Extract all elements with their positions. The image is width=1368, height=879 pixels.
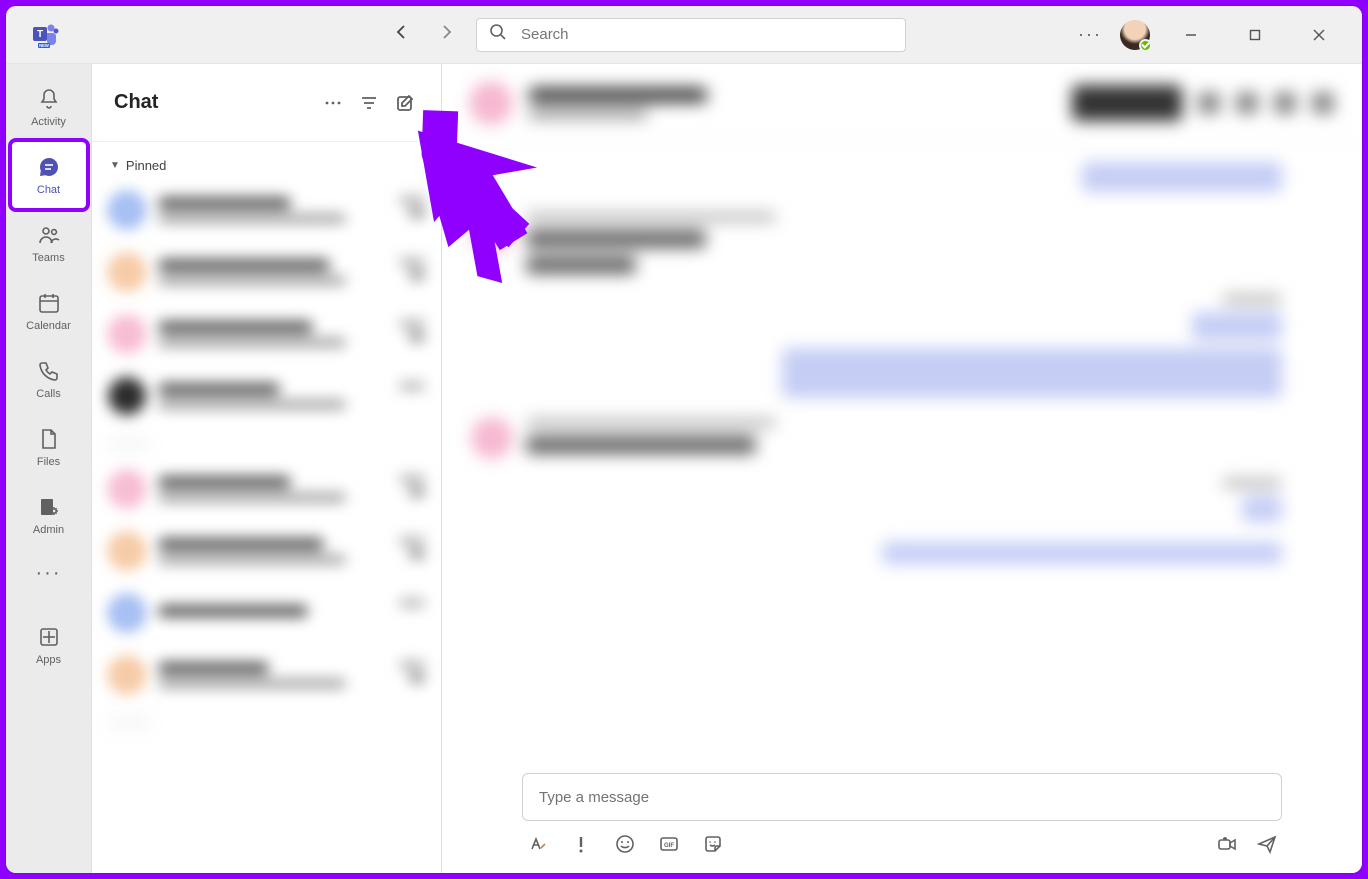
bell-icon bbox=[36, 86, 62, 112]
conversation-avatar bbox=[470, 82, 512, 124]
chevron-down-icon: ▼ bbox=[110, 160, 120, 171]
priority-icon[interactable] bbox=[570, 833, 592, 855]
app-body: Activity Chat Teams Calendar Calls Files bbox=[6, 64, 1362, 873]
compose-toolbar: GIF bbox=[522, 821, 1282, 855]
svg-text:NEW: NEW bbox=[39, 43, 49, 48]
rail-teams[interactable]: Teams bbox=[12, 210, 86, 276]
rail-chat[interactable]: Chat bbox=[12, 142, 86, 208]
rail-label: Activity bbox=[31, 116, 66, 128]
chat-row[interactable] bbox=[92, 179, 441, 241]
apps-icon bbox=[36, 624, 62, 650]
header-icon[interactable] bbox=[1198, 92, 1220, 114]
new-chat-button[interactable] bbox=[387, 85, 423, 121]
chat-list[interactable]: ▼ Pinned ——— ——— bbox=[92, 142, 441, 873]
header-icon[interactable] bbox=[1236, 92, 1258, 114]
filter-button[interactable] bbox=[351, 85, 387, 121]
rail-calls[interactable]: Calls bbox=[12, 346, 86, 412]
gif-icon[interactable]: GIF bbox=[658, 833, 680, 855]
conversation-subtitle bbox=[528, 109, 648, 119]
svg-text:A: A bbox=[43, 502, 50, 512]
teams-logo: T NEW bbox=[18, 21, 74, 49]
svg-text:T: T bbox=[37, 29, 43, 40]
calendar-icon bbox=[36, 290, 62, 316]
meet-now-icon[interactable] bbox=[1216, 833, 1238, 855]
svg-text:GIF: GIF bbox=[664, 843, 674, 849]
message-placeholder: Type a message bbox=[539, 789, 649, 806]
message-input[interactable]: Type a message bbox=[522, 773, 1282, 821]
settings-more-icon[interactable]: ··· bbox=[1078, 24, 1102, 45]
compose-area: Type a message GIF bbox=[442, 763, 1362, 873]
titlebar: T NEW ··· bbox=[6, 6, 1362, 64]
chat-row[interactable] bbox=[92, 241, 441, 303]
conversation-pane: Type a message GIF bbox=[442, 64, 1362, 873]
close-button[interactable] bbox=[1296, 12, 1342, 58]
header-action-button[interactable] bbox=[1072, 85, 1182, 121]
search-input[interactable] bbox=[521, 26, 893, 43]
admin-icon: A bbox=[36, 494, 62, 520]
rail-admin[interactable]: A Admin bbox=[12, 482, 86, 548]
format-icon[interactable] bbox=[526, 833, 548, 855]
forward-button[interactable] bbox=[438, 24, 454, 45]
header-icon[interactable] bbox=[1274, 92, 1296, 114]
chat-row[interactable] bbox=[92, 365, 441, 427]
chat-panel-header: Chat bbox=[92, 64, 441, 142]
rail-label: Teams bbox=[32, 252, 64, 264]
chat-row[interactable] bbox=[92, 303, 441, 365]
chat-row[interactable] bbox=[92, 520, 441, 582]
search-icon bbox=[489, 23, 507, 46]
section-header[interactable]: ——— bbox=[92, 706, 441, 737]
history-nav bbox=[394, 24, 454, 45]
message-list[interactable] bbox=[442, 142, 1362, 763]
rail-label: Chat bbox=[37, 184, 60, 196]
file-icon bbox=[36, 426, 62, 452]
chat-list-panel: Chat ▼ Pinned ——— ——— bbox=[92, 64, 442, 873]
phone-icon bbox=[36, 358, 62, 384]
chat-icon bbox=[36, 154, 62, 180]
titlebar-right: ··· bbox=[1078, 12, 1350, 58]
conversation-header bbox=[442, 64, 1362, 142]
header-icon[interactable] bbox=[1312, 92, 1334, 114]
send-icon[interactable] bbox=[1256, 833, 1278, 855]
rail-calendar[interactable]: Calendar bbox=[12, 278, 86, 344]
emoji-icon[interactable] bbox=[614, 833, 636, 855]
rail-activity[interactable]: Activity bbox=[12, 74, 86, 140]
conversation-title bbox=[528, 87, 708, 103]
rail-more-icon[interactable]: ··· bbox=[36, 556, 62, 590]
maximize-button[interactable] bbox=[1232, 12, 1278, 58]
rail-label: Calendar bbox=[26, 320, 71, 332]
app-rail: Activity Chat Teams Calendar Calls Files bbox=[6, 64, 92, 873]
rail-label: Files bbox=[37, 456, 60, 468]
pinned-label: Pinned bbox=[126, 158, 166, 173]
pinned-section-header[interactable]: ▼ Pinned bbox=[92, 152, 441, 179]
recent-section-header[interactable]: ——— bbox=[92, 427, 441, 458]
presence-available-icon bbox=[1139, 39, 1152, 52]
minimize-button[interactable] bbox=[1168, 12, 1214, 58]
people-icon bbox=[36, 222, 62, 248]
sticker-icon[interactable] bbox=[702, 833, 724, 855]
chat-row[interactable] bbox=[92, 582, 441, 644]
panel-title: Chat bbox=[114, 91, 315, 114]
chat-row[interactable] bbox=[92, 458, 441, 520]
profile-avatar[interactable] bbox=[1120, 20, 1150, 50]
rail-files[interactable]: Files bbox=[12, 414, 86, 480]
search-bar[interactable] bbox=[476, 18, 906, 52]
chat-row[interactable] bbox=[92, 644, 441, 706]
rail-label: Apps bbox=[36, 654, 61, 666]
rail-label: Calls bbox=[36, 388, 60, 400]
back-button[interactable] bbox=[394, 24, 410, 45]
rail-label: Admin bbox=[33, 524, 64, 536]
rail-apps[interactable]: Apps bbox=[12, 612, 86, 678]
chat-more-button[interactable] bbox=[315, 85, 351, 121]
app-window: T NEW ··· Activity bbox=[6, 6, 1362, 873]
